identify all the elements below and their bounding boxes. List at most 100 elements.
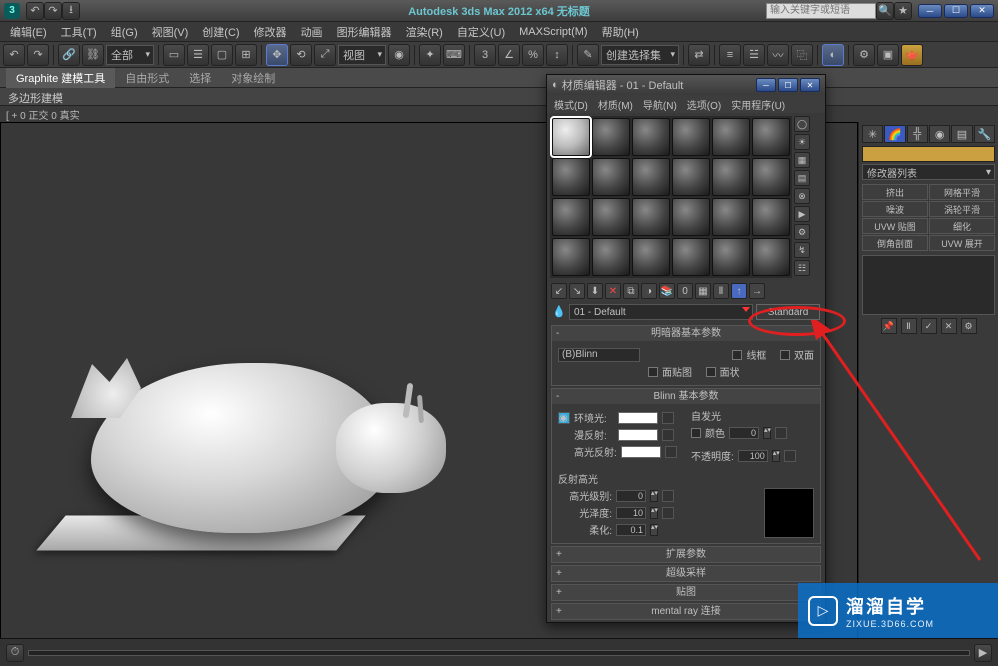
material-slot[interactable] (632, 118, 670, 156)
self-illum-color-checkbox[interactable] (691, 428, 701, 438)
info-center-icon[interactable]: ★ (894, 2, 912, 20)
material-slot[interactable] (672, 238, 710, 276)
modifier-list-combo[interactable]: 修改器列表 (862, 164, 995, 180)
material-slot[interactable] (752, 198, 790, 236)
opacity-map-button[interactable] (784, 450, 796, 462)
show-map-viewport-icon[interactable]: ▦ (695, 283, 711, 299)
material-editor-titlebar[interactable]: ◐ 材质编辑器 - 01 - Default ─ ☐ ✕ (547, 75, 825, 95)
material-slot[interactable] (712, 198, 750, 236)
window-crossing-icon[interactable]: ⊞ (235, 44, 257, 66)
reset-map-icon[interactable]: ✕ (605, 283, 621, 299)
qat-redo-icon[interactable]: ↷ (44, 2, 62, 20)
rollout-header[interactable]: +扩展参数 (552, 547, 820, 562)
material-slot[interactable] (592, 238, 630, 276)
diffuse-color-swatch[interactable] (618, 429, 658, 441)
material-slot[interactable] (672, 158, 710, 196)
mod-meshsmooth[interactable]: 网格平滑 (929, 184, 995, 200)
material-slot[interactable] (752, 158, 790, 196)
keyboard-shortcut-icon[interactable]: ⌨ (443, 44, 465, 66)
select-object-icon[interactable]: ▭ (163, 44, 185, 66)
options-icon[interactable]: ⚙ (794, 224, 810, 240)
material-slot[interactable] (632, 158, 670, 196)
menu-animation[interactable]: 动画 (295, 22, 329, 42)
soften-spinner[interactable]: 0.1 (616, 524, 646, 536)
mat-menu-modes[interactable]: 模式(D) (549, 95, 593, 114)
select-and-rotate-icon[interactable]: ⟲ (290, 44, 312, 66)
get-material-icon[interactable]: ↙ (551, 283, 567, 299)
go-forward-sibling-icon[interactable]: → (749, 283, 765, 299)
material-slot[interactable] (712, 238, 750, 276)
diffuse-map-button[interactable] (662, 429, 674, 441)
cmd-tab-utilities-icon[interactable]: 🔧 (974, 125, 995, 143)
specular-map-button[interactable] (665, 446, 677, 458)
align-icon[interactable]: ≡ (719, 44, 741, 66)
spinner-buttons[interactable]: ▴▾ (650, 507, 658, 519)
make-unique-icon[interactable]: ◑ (641, 283, 657, 299)
select-by-material-icon[interactable]: ↯ (794, 242, 810, 258)
mat-window-maximize[interactable]: ☐ (778, 78, 798, 92)
undo-icon[interactable]: ↶ (3, 44, 25, 66)
render-production-icon[interactable]: 🫖 (901, 44, 923, 66)
time-config-icon[interactable]: ⏱ (6, 644, 24, 662)
rendered-frame-icon[interactable]: ▣ (877, 44, 899, 66)
specular-color-swatch[interactable] (621, 446, 661, 458)
mod-extrude[interactable]: 挤出 (862, 184, 928, 200)
spinner-buttons[interactable]: ▴▾ (650, 490, 658, 502)
mod-uvwmap[interactable]: UVW 贴图 (862, 218, 928, 234)
link-icon[interactable]: 🔗 (58, 44, 80, 66)
shading-type-combo[interactable]: (B)Blinn (558, 348, 640, 362)
modifier-stack[interactable] (862, 255, 995, 315)
material-editor-icon[interactable]: ◐ (822, 44, 844, 66)
window-close-button[interactable]: ✕ (970, 4, 994, 18)
two-sided-checkbox[interactable] (780, 350, 790, 360)
menu-modifiers[interactable]: 修改器 (248, 22, 293, 42)
play-animation-icon[interactable]: ▶ (974, 644, 992, 662)
cmd-tab-hierarchy-icon[interactable]: ╬ (907, 125, 928, 143)
material-slot[interactable] (752, 118, 790, 156)
window-minimize-button[interactable]: ─ (918, 4, 942, 18)
gloss-map-button[interactable] (662, 507, 674, 519)
make-material-copy-icon[interactable]: ⧉ (623, 283, 639, 299)
material-slot[interactable] (632, 198, 670, 236)
make-unique-icon[interactable]: ✓ (921, 318, 937, 334)
spinner-buttons[interactable]: ▴▾ (772, 450, 780, 462)
material-id-icon[interactable]: 0 (677, 283, 693, 299)
rollout-header[interactable]: -Blinn 基本参数 (552, 389, 820, 404)
material-slot[interactable] (552, 158, 590, 196)
spinner-buttons[interactable]: ▴▾ (763, 427, 771, 439)
cmd-tab-modify-icon[interactable]: 🌈 (884, 125, 905, 143)
material-slot[interactable] (632, 238, 670, 276)
material-slot[interactable] (552, 238, 590, 276)
menu-help[interactable]: 帮助(H) (596, 22, 645, 42)
named-selection-combo[interactable]: 创建选择集 (601, 45, 679, 65)
put-to-scene-icon[interactable]: ↘ (569, 283, 585, 299)
mat-window-minimize[interactable]: ─ (756, 78, 776, 92)
mat-menu-utilities[interactable]: 实用程序(U) (726, 95, 790, 114)
rollout-header[interactable]: +贴图 (552, 585, 820, 600)
mod-bevelprofile[interactable]: 倒角剖面 (862, 235, 928, 251)
select-manipulate-icon[interactable]: ✦ (419, 44, 441, 66)
edit-named-sel-icon[interactable]: ✎ (577, 44, 599, 66)
selection-filter-combo[interactable]: 全部 (106, 45, 154, 65)
ribbon-tab-modeling[interactable]: Graphite 建模工具 (6, 68, 115, 88)
sample-uv-icon[interactable]: ▤ (794, 170, 810, 186)
angle-snap-icon[interactable]: ∠ (498, 44, 520, 66)
window-maximize-button[interactable]: ☐ (944, 4, 968, 18)
cmd-tab-display-icon[interactable]: ▤ (951, 125, 972, 143)
color-swatch[interactable] (862, 146, 995, 162)
menu-customize[interactable]: 自定义(U) (451, 22, 511, 42)
material-slot[interactable] (672, 198, 710, 236)
background-icon[interactable]: ▦ (794, 152, 810, 168)
percent-snap-icon[interactable]: % (522, 44, 544, 66)
material-map-nav-icon[interactable]: ☷ (794, 260, 810, 276)
configure-sets-icon[interactable]: ⚙ (961, 318, 977, 334)
cmd-tab-create-icon[interactable]: ✳ (862, 125, 883, 143)
menu-tools[interactable]: 工具(T) (55, 22, 103, 42)
self-illum-spinner[interactable]: 0 (729, 427, 759, 439)
pick-material-icon[interactable]: 💧 (552, 305, 566, 319)
menu-graph-editors[interactable]: 图形编辑器 (331, 22, 398, 42)
use-pivot-icon[interactable]: ◉ (388, 44, 410, 66)
ambient-map-button[interactable] (662, 412, 674, 424)
ref-coord-combo[interactable]: 视图 (338, 45, 386, 65)
mirror-icon[interactable]: ⇄ (688, 44, 710, 66)
